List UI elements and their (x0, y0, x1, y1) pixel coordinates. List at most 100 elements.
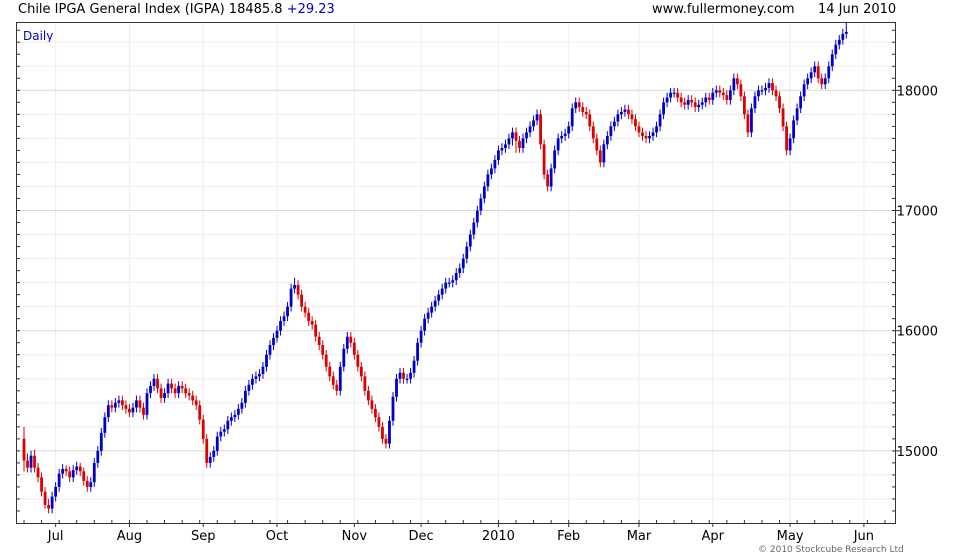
candle (99, 428, 103, 456)
candle-body (662, 102, 665, 115)
candle (658, 109, 662, 132)
candle (198, 400, 202, 425)
candle (753, 91, 757, 114)
candle (381, 422, 384, 444)
candle-body (331, 376, 335, 385)
candle-body (233, 414, 237, 418)
candle (679, 92, 683, 108)
candle (785, 121, 788, 156)
candle (173, 383, 177, 398)
candle-body (767, 83, 771, 88)
candle-body (50, 496, 54, 509)
candle-body (78, 466, 82, 472)
candle-body (416, 342, 419, 361)
candle (718, 85, 722, 98)
candle (29, 450, 33, 473)
candle-body (757, 90, 760, 97)
candle-body (247, 384, 251, 391)
candle (33, 449, 36, 473)
candle (598, 145, 602, 168)
candle-body (22, 438, 26, 461)
candle-body (739, 84, 743, 97)
candle (799, 91, 803, 114)
candle-body (602, 144, 606, 163)
candle-body (655, 126, 658, 133)
candle (103, 412, 107, 438)
candle (356, 349, 360, 372)
candle-body (92, 462, 96, 483)
candle-body (310, 321, 314, 325)
candle-body (553, 150, 557, 169)
candle-body (180, 385, 184, 389)
candle (577, 97, 581, 112)
candle (844, 23, 848, 39)
candle (781, 103, 785, 132)
candle-body (514, 132, 518, 141)
candle-body (433, 300, 437, 307)
candle-body (479, 198, 483, 211)
candle-body (693, 102, 697, 108)
candle (760, 85, 764, 96)
candle-body (398, 372, 402, 379)
candle-body (388, 420, 391, 444)
candle (813, 61, 817, 78)
candle (472, 217, 476, 240)
candle-body (486, 174, 490, 187)
candlestick-chart: 15000 16000 17000 18000 Jul Aug Sep Oct Nov Dec 2… (17, 23, 938, 544)
candle (634, 114, 637, 132)
candle-body (539, 114, 542, 145)
candle (757, 85, 760, 102)
candle (187, 388, 191, 401)
candle (286, 301, 289, 322)
candle (570, 103, 574, 132)
candle-body (781, 108, 785, 127)
candle (771, 78, 774, 96)
candle-body (458, 268, 462, 273)
candle (623, 104, 627, 117)
candle-body (261, 366, 265, 374)
candle-body (704, 97, 708, 103)
candle-body (317, 336, 321, 346)
candle-body (226, 420, 230, 430)
candle (830, 49, 834, 72)
candle (563, 128, 567, 141)
candle (595, 133, 599, 156)
candle (233, 410, 237, 423)
candle (482, 181, 486, 204)
candle-body (47, 504, 50, 509)
candle-body (827, 66, 831, 79)
candle (159, 383, 163, 403)
candle (251, 373, 254, 390)
x-tick-label: Dec (409, 529, 434, 544)
candle (142, 402, 145, 420)
candle (644, 131, 648, 144)
candle-body (356, 354, 360, 367)
candle-body (707, 97, 711, 100)
candle (792, 115, 796, 144)
candle-body (563, 133, 567, 136)
candle (282, 311, 286, 326)
candle-body (289, 288, 293, 307)
candle (212, 446, 216, 462)
candle-body (402, 372, 405, 379)
candle (746, 109, 750, 138)
candle-body (265, 354, 268, 367)
candle (553, 145, 557, 174)
candle-body (229, 417, 233, 421)
candle-body (612, 121, 616, 127)
candle (451, 275, 455, 288)
candle (180, 381, 184, 394)
candle-body (665, 97, 669, 103)
candle (764, 83, 767, 96)
candle (377, 412, 381, 432)
candle (170, 378, 173, 394)
candle (795, 103, 799, 126)
candle (184, 383, 188, 398)
x-tick-label: 2010 (482, 529, 515, 544)
x-tick-label: Jul (47, 529, 64, 544)
candle (194, 395, 198, 411)
candle-body (251, 378, 254, 385)
copyright-note: © 2010 Stockcube Research Ltd (758, 545, 904, 555)
candle-body (152, 378, 156, 386)
candle-body (33, 455, 36, 468)
